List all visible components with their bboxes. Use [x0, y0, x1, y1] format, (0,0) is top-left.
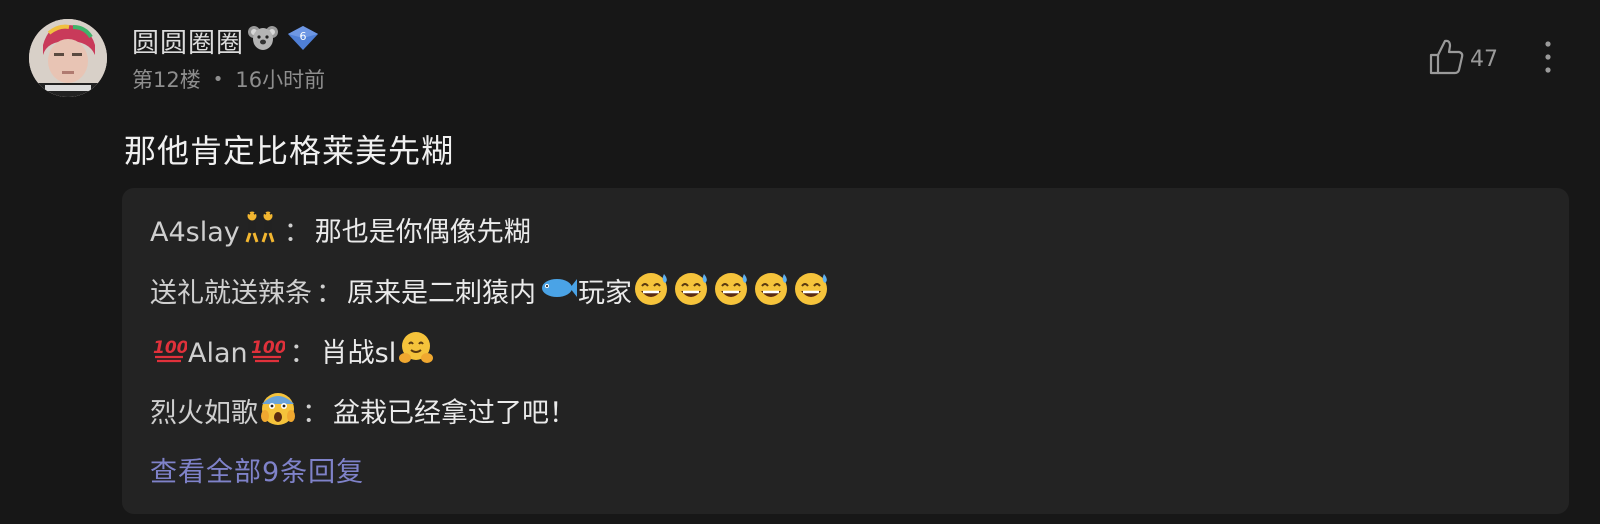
- reply-user[interactable]: Alan: [188, 334, 248, 374]
- reply-text: 玩家: [578, 278, 632, 309]
- level-badge: 6: [286, 24, 320, 56]
- grinning-sweat-icon: [633, 270, 671, 318]
- grinning-sweat-icon: [753, 270, 791, 318]
- reply-text: 原来是二刺猿内: [347, 278, 536, 309]
- more-vertical-icon: [1543, 41, 1553, 78]
- svg-text:100: 100: [251, 338, 285, 358]
- reply-user[interactable]: A4slay: [150, 213, 240, 253]
- reply-text: 那也是你偶像先糊: [314, 217, 531, 248]
- reply-text: 肖战sl: [320, 338, 397, 369]
- comment-card: 圆圆圈圈 6 第12楼 • 16小时前 47 那他肯定比格莱美先糊 A4slay…: [0, 0, 1600, 524]
- reply-item[interactable]: A4slay ： 那也是你偶像先糊: [150, 210, 531, 256]
- reply-separator: ：: [289, 338, 317, 369]
- view-all-replies-link[interactable]: 查看全部9条回复: [150, 450, 364, 489]
- grinning-sweat-icon: [713, 270, 751, 318]
- hundred-points-icon: 100: [249, 333, 286, 375]
- grinning-sweat-icon: [793, 270, 831, 318]
- avatar[interactable]: [29, 19, 107, 97]
- level-number: 6: [300, 30, 307, 43]
- dancers-icon: [241, 210, 279, 256]
- like-count: 47: [1470, 46, 1498, 72]
- thumbs-up-icon: [1428, 38, 1464, 80]
- reply-user[interactable]: 烈火如歌: [150, 394, 258, 434]
- reply-separator: ：: [302, 398, 329, 429]
- fish-icon: [537, 273, 577, 315]
- reply-text: 盆栽已经拿过了吧！: [333, 398, 576, 429]
- reply-item[interactable]: 送礼就送辣条 ： 原来是二刺猿内 玩家: [150, 270, 832, 318]
- like-button[interactable]: 47: [1428, 38, 1498, 80]
- hugging-face-icon: [397, 330, 435, 378]
- comment-text: 那他肯定比格莱美先糊: [124, 132, 455, 170]
- more-options-button[interactable]: [1543, 40, 1553, 78]
- reply-separator: ：: [316, 278, 343, 309]
- grinning-sweat-icon: [673, 270, 711, 318]
- hundred-points-icon: 100: [151, 333, 189, 375]
- screaming-face-icon: [259, 390, 297, 438]
- comment-time: 16小时前: [235, 68, 326, 92]
- author-header: 圆圆圈圈 6: [132, 20, 320, 60]
- reply-user[interactable]: 送礼就送辣条: [150, 274, 312, 314]
- replies-panel[interactable]: A4slay ： 那也是你偶像先糊 送礼就送辣条 ： 原来是二刺猿内 玩家 10…: [122, 188, 1569, 514]
- author-name[interactable]: 圆圆圈圈: [132, 21, 244, 60]
- koala-icon: [248, 24, 278, 56]
- meta-separator: •: [212, 68, 224, 90]
- reply-item[interactable]: 烈火如歌 ： 盆栽已经拿过了吧！: [150, 390, 576, 438]
- floor-number: 第12楼: [132, 68, 201, 92]
- svg-text:100: 100: [153, 338, 187, 358]
- comment-meta: 第12楼 • 16小时前: [132, 64, 325, 94]
- reply-item[interactable]: 100 Alan 100 ： 肖战sl: [150, 330, 436, 378]
- reply-separator: ：: [283, 217, 311, 248]
